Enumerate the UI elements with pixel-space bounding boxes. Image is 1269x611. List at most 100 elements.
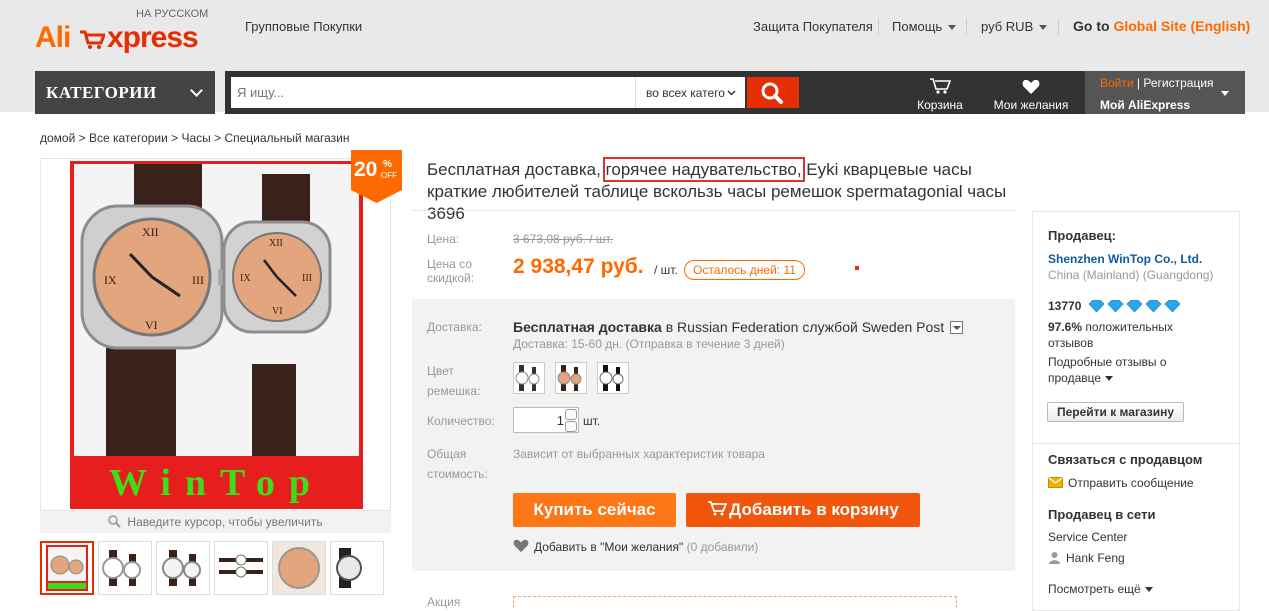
options-section: Доставка: Бесплатная доставка в Russian …	[412, 299, 1015, 571]
group-buy-link[interactable]: Групповые Покупки	[245, 19, 362, 34]
heart-icon	[513, 539, 529, 553]
days-left-badge: Осталось дней: 11	[684, 260, 805, 280]
svg-text:VI: VI	[145, 318, 158, 332]
color-option-2[interactable]	[555, 362, 587, 394]
see-more-text: Посмотреть ещё	[1048, 582, 1141, 596]
old-price: 3 673,08 руб. / шт.	[513, 232, 614, 246]
add-to-wishlist[interactable]: Добавить в "Мои желания" (0 добавили)	[513, 539, 758, 554]
thumbnail-1[interactable]	[40, 541, 94, 595]
thumbnail-image	[46, 545, 88, 591]
brand-watermark: WinTop	[109, 462, 324, 504]
breadcrumb[interactable]: домой > Все категории > Часы > Специальн…	[40, 131, 350, 145]
color-swatch-image	[557, 365, 582, 391]
cart-icon	[930, 78, 952, 94]
seller-heading: Продавец:	[1048, 228, 1116, 243]
positive-text-2: отзывов	[1048, 336, 1094, 350]
goto-prefix: Go to	[1073, 18, 1110, 34]
cart-icon	[708, 501, 728, 516]
free-shipping-text: Бесплатная доставка	[513, 319, 662, 335]
thumbnail-image	[273, 542, 325, 594]
color-swatch-image	[515, 365, 540, 391]
go-to-store-button[interactable]: Перейти к магазину	[1047, 402, 1184, 422]
color-option-3[interactable]	[597, 362, 629, 394]
total-price-text: Зависит от выбранных характеристик товар…	[513, 447, 765, 461]
send-message-link[interactable]: Отправить сообщение	[1048, 476, 1194, 490]
discount-off: OFF	[381, 171, 397, 180]
help-menu[interactable]: Помощь	[892, 19, 957, 34]
wishlist-link[interactable]: Мои желания	[987, 71, 1075, 114]
svg-text:IX: IX	[104, 273, 117, 287]
global-site-link[interactable]: Go to Global Site (English)	[1073, 18, 1250, 34]
seller-name-link[interactable]: Shenzhen WinTop Co., Ltd.	[1048, 252, 1202, 266]
marker-dot	[855, 266, 859, 270]
detailed-feedback-link-2[interactable]: продавце	[1048, 371, 1114, 385]
categories-button[interactable]: КАТЕГОРИИ	[35, 71, 215, 114]
cart-link[interactable]: Корзина	[905, 71, 975, 114]
login-link[interactable]: Войти	[1100, 76, 1134, 90]
promotion-box	[513, 596, 957, 608]
price-unit: / шт.	[654, 263, 678, 277]
shipping-time: Доставка: 15-60 дн. (Отправка в течение …	[513, 337, 785, 351]
svg-text:XII: XII	[142, 225, 159, 239]
search-icon	[761, 82, 783, 104]
help-label: Помощь	[892, 19, 943, 34]
thumbnail-image	[102, 550, 141, 586]
shipping-label: Доставка:	[427, 320, 482, 334]
service-center-label: Service Center	[1048, 530, 1128, 544]
divider	[1033, 443, 1241, 444]
see-more-link[interactable]: Посмотреть ещё	[1048, 582, 1153, 596]
positive-feedback: 97.6% положительных	[1048, 320, 1173, 334]
shipping-method: Бесплатная доставка в Russian Federation…	[513, 319, 964, 335]
register-link[interactable]: Регистрация	[1143, 76, 1213, 90]
wishlist-count: (0 добавили)	[686, 540, 759, 554]
diamond-rating-icon	[1088, 299, 1181, 313]
buyer-protection-link[interactable]: Защита Покупателя	[753, 19, 873, 34]
quantity-decrease-button[interactable]	[565, 421, 577, 432]
zoom-hint-text: Наведите курсор, чтобы увеличить	[127, 515, 323, 529]
search-bar: во всех катего Корзина Мои желания	[225, 71, 1085, 114]
svg-text:III: III	[192, 273, 204, 287]
chevron-down-icon	[1039, 25, 1048, 31]
contact-seller-heading: Связаться с продавцом	[1048, 452, 1203, 467]
zoom-hint: Наведите курсор, чтобы увеличить	[40, 511, 391, 533]
wishlist-label: Мои желания	[993, 98, 1069, 112]
logo-ali-text: Ali	[35, 21, 71, 54]
buy-now-button[interactable]: Купить сейчас	[513, 493, 676, 527]
svg-text:III: III	[302, 273, 312, 284]
thumbnail-2[interactable]	[98, 541, 152, 595]
discount-number: 20	[354, 158, 378, 181]
product-image[interactable]: XII IX III VI XII IX III VI WinTop	[40, 158, 391, 511]
my-account-label: Мой AliExpress	[1100, 98, 1191, 112]
color-swatch-image	[599, 365, 624, 391]
product-image-frame: XII IX III VI XII IX III VI WinTop	[70, 161, 363, 509]
seller-rating[interactable]: 13770	[1048, 299, 1183, 313]
thumbnail-6[interactable]	[330, 541, 384, 595]
search-input[interactable]	[231, 77, 635, 108]
search-scope-select[interactable]: во всех катего	[635, 77, 745, 108]
add-to-cart-button[interactable]: Добавить в корзину	[686, 493, 920, 527]
logo-cart-icon	[80, 30, 105, 49]
agent-link[interactable]: Hank Feng	[1048, 551, 1125, 565]
thumbnail-5[interactable]	[272, 541, 326, 595]
person-icon	[1049, 552, 1060, 564]
strap-color-label-2: ремешка:	[427, 384, 481, 398]
color-option-1[interactable]	[513, 362, 545, 394]
title-highlight: горячее надувательство,	[602, 157, 805, 182]
quantity-increase-button[interactable]	[565, 409, 577, 420]
add-to-cart-label: Добавить в корзину	[729, 500, 899, 519]
shipping-dropdown-icon[interactable]	[950, 321, 964, 334]
svg-text:IX: IX	[240, 273, 251, 284]
thumbnail-3[interactable]	[156, 541, 210, 595]
currency-menu[interactable]: руб RUB	[981, 19, 1048, 34]
thumbnail-image	[336, 548, 362, 588]
positive-text: положительных	[1085, 320, 1173, 334]
aliexpress-logo[interactable]: Ali xpress НА РУССКОМ	[35, 8, 215, 58]
magnifier-icon	[108, 515, 122, 528]
promotion-section: Акция	[412, 580, 1015, 609]
thumbnail-4[interactable]	[214, 541, 268, 595]
account-menu[interactable]: Войти | Регистрация Мой AliExpress	[1085, 71, 1245, 114]
search-button[interactable]	[747, 77, 799, 108]
detailed-feedback-link[interactable]: Подробные отзывы о	[1048, 355, 1167, 369]
send-message-text: Отправить сообщение	[1068, 476, 1194, 490]
chevron-down-icon	[1221, 91, 1229, 96]
